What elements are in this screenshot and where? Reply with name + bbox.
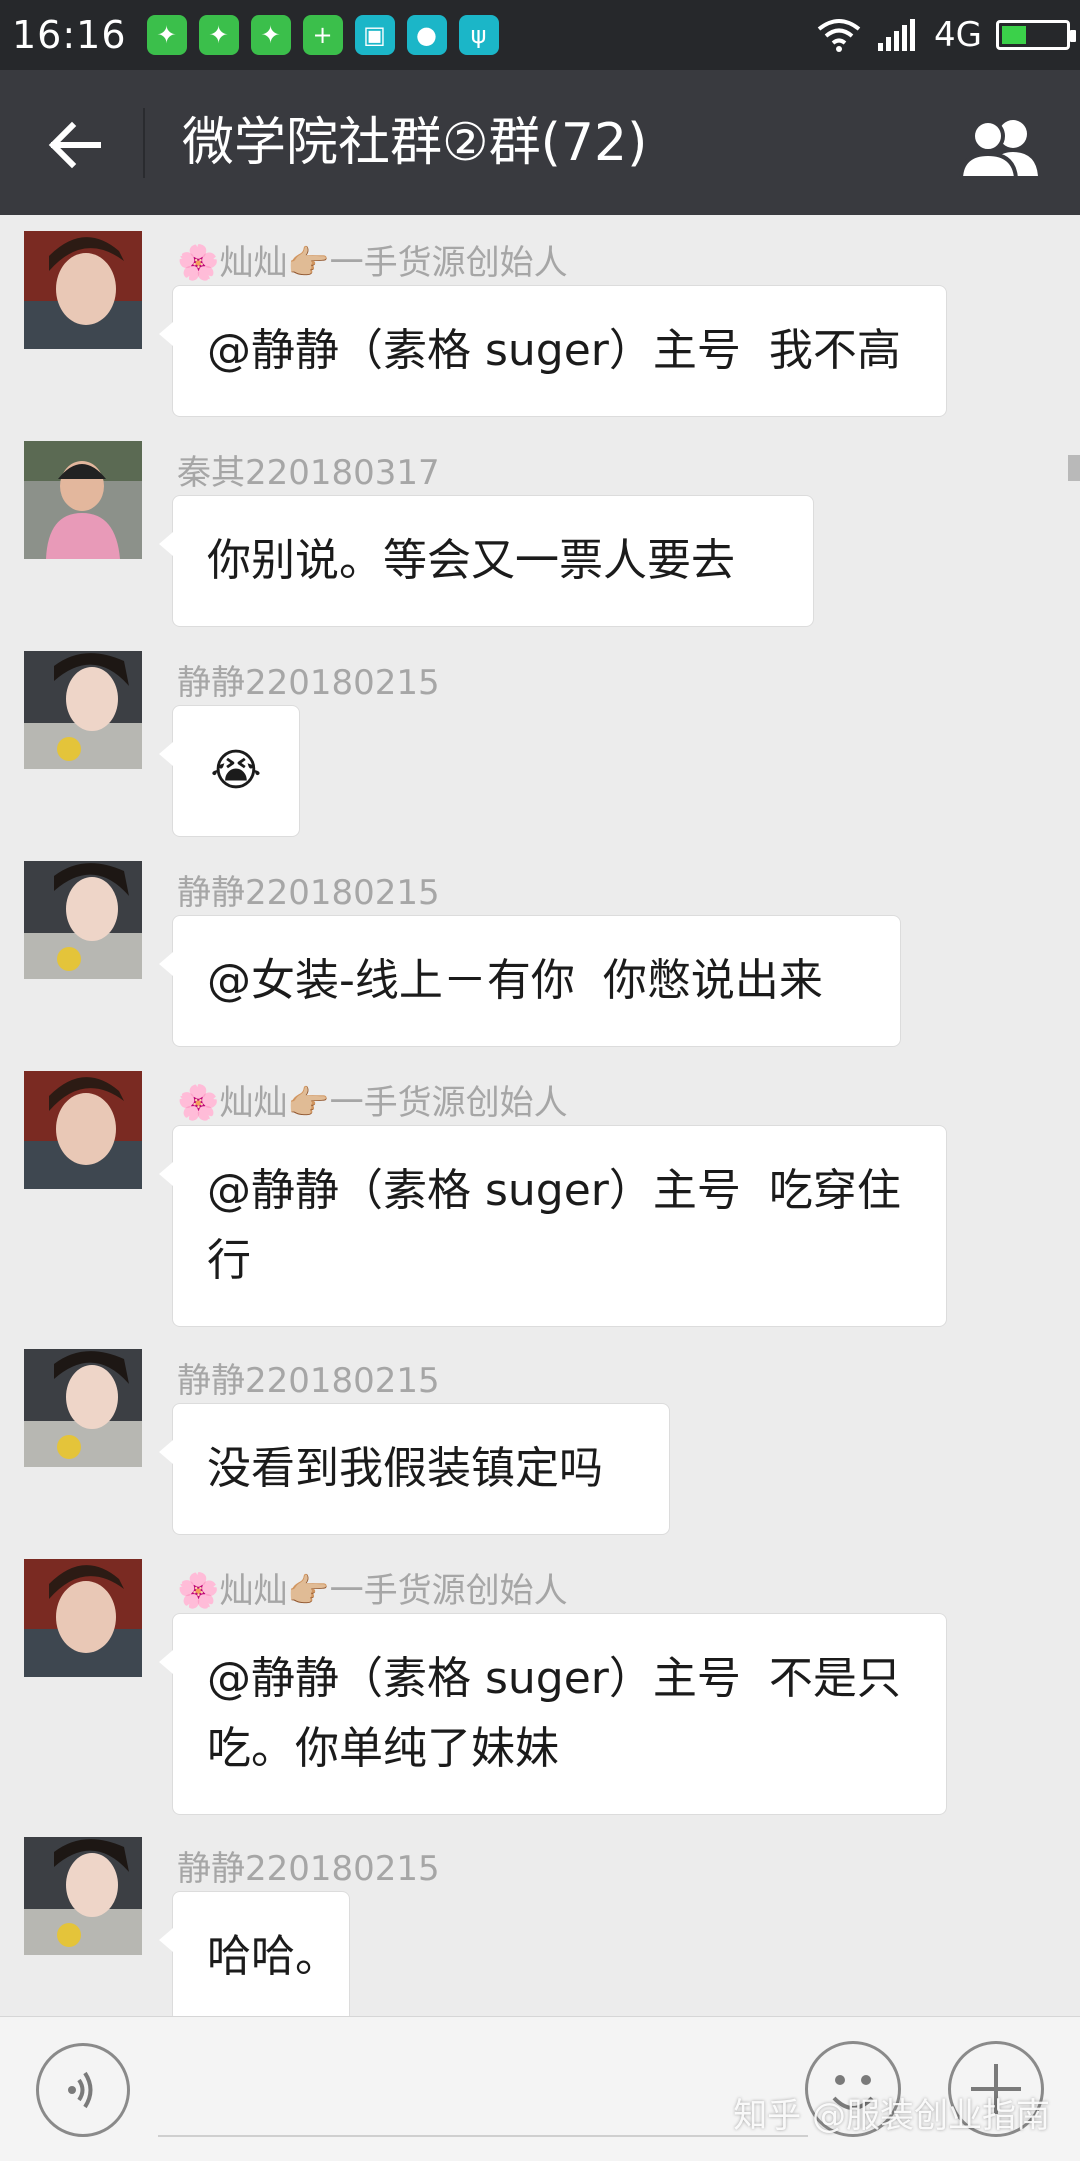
message-text: 你别说。等会又一票人要去	[207, 535, 735, 586]
avatar[interactable]	[24, 1071, 142, 1189]
message-text: @女装-线上－有你 你憋说出来	[207, 955, 823, 1006]
chat-title: 微学院社群②群(72)	[182, 113, 648, 173]
sender-name: 秦其220180317	[177, 453, 440, 493]
avatar[interactable]	[24, 1349, 142, 1467]
message-bubble[interactable]: @静静（素格 suger）主号 吃穿住 行	[159, 1125, 947, 1327]
message-bubble[interactable]: @女装-线上－有你 你憋说出来	[159, 915, 901, 1047]
basketball-icon: ●	[406, 15, 447, 55]
avatar-image	[24, 1837, 142, 1955]
avatar-image	[24, 651, 142, 769]
arrow-left-icon	[48, 121, 101, 169]
avatar-image	[24, 1349, 142, 1467]
wechat-icon: ✦	[198, 15, 239, 55]
sender-name: 🌸灿灿👉🏼一手货源创始人	[177, 1083, 568, 1123]
wechat-icon: ✦	[250, 15, 291, 55]
voice-icon	[68, 2071, 93, 2109]
avatar[interactable]	[24, 861, 142, 979]
sender-name: 🌸灿灿👉🏼一手货源创始人	[177, 1571, 568, 1611]
status-right: 4G	[816, 0, 1076, 70]
message-text-line: 吃。你单纯了妹妹	[207, 1723, 559, 1774]
message-text-line: @静静（素格 suger）主号 不是只	[207, 1653, 901, 1704]
sender-name: 静静220180215	[177, 1849, 440, 1889]
message-text-line: @静静（素格 suger）主号 吃穿住	[207, 1165, 901, 1216]
battery-icon	[996, 20, 1076, 50]
sender-name: 静静220180215	[177, 663, 440, 703]
message-bubble[interactable]: @静静（素格 suger）主号 不是只 吃。你单纯了妹妹	[159, 1613, 947, 1815]
group-members-button[interactable]	[958, 114, 1042, 180]
avatar[interactable]	[24, 651, 142, 769]
avatar-image	[24, 1559, 142, 1677]
network-type: 4G	[934, 15, 982, 55]
status-time: 16:16	[12, 13, 127, 57]
avatar[interactable]	[24, 441, 142, 559]
message-text-line: 行	[207, 1235, 251, 1286]
avatar-image	[24, 861, 142, 979]
title-bar: 微学院社群②群(72)	[0, 70, 1080, 215]
notification-icons: ✦ ✦ ✦ + ▣ ● ψ	[146, 15, 499, 55]
message-bubble[interactable]: 😭	[159, 705, 300, 837]
title-divider	[143, 108, 145, 178]
message-bubble[interactable]: @静静（素格 suger）主号 我不高	[159, 285, 947, 417]
scrollbar-thumb[interactable]	[1068, 455, 1080, 481]
message-bubble[interactable]: 你别说。等会又一票人要去	[159, 495, 814, 627]
message-bubble[interactable]: 没看到我假装镇定吗	[159, 1403, 670, 1535]
usb-icon: ψ	[458, 15, 499, 55]
message-text: 哈哈。	[207, 1931, 339, 1982]
message-list[interactable]: 🌸灿灿👉🏼一手货源创始人 @静静（素格 suger）主号 我不高 秦其22018…	[0, 215, 1080, 2023]
message-text: 没看到我假装镇定吗	[207, 1443, 603, 1494]
scan-icon: ▣	[354, 15, 395, 55]
message-bubble[interactable]: 哈哈。	[159, 1891, 350, 2023]
status-bar: 16:16 ✦ ✦ ✦ + ▣ ● ψ 4G	[0, 0, 1080, 70]
sender-name: 静静220180215	[177, 1361, 440, 1401]
signal-icon	[878, 19, 916, 51]
avatar-image	[24, 441, 142, 559]
battery-fill	[1002, 26, 1026, 44]
sender-name: 🌸灿灿👉🏼一手货源创始人	[177, 243, 568, 283]
message-text: @静静（素格 suger）主号 我不高	[207, 325, 901, 376]
avatar[interactable]	[24, 1837, 142, 1955]
avatar-image	[24, 1071, 142, 1189]
voice-input-button[interactable]	[36, 2043, 130, 2137]
watermark: 知乎 @服装创业指南	[733, 2096, 1050, 2136]
wechat-icon: ✦	[146, 15, 187, 55]
message-emoji: 😭	[210, 745, 262, 796]
avatar-image	[24, 231, 142, 349]
back-button[interactable]	[40, 110, 110, 180]
message-input[interactable]	[158, 2135, 808, 2137]
health-icon: +	[302, 15, 343, 55]
avatar[interactable]	[24, 1559, 142, 1677]
sender-name: 静静220180215	[177, 873, 440, 913]
group-members-icon	[958, 119, 1038, 180]
wifi-icon	[817, 19, 861, 52]
avatar[interactable]	[24, 231, 142, 349]
